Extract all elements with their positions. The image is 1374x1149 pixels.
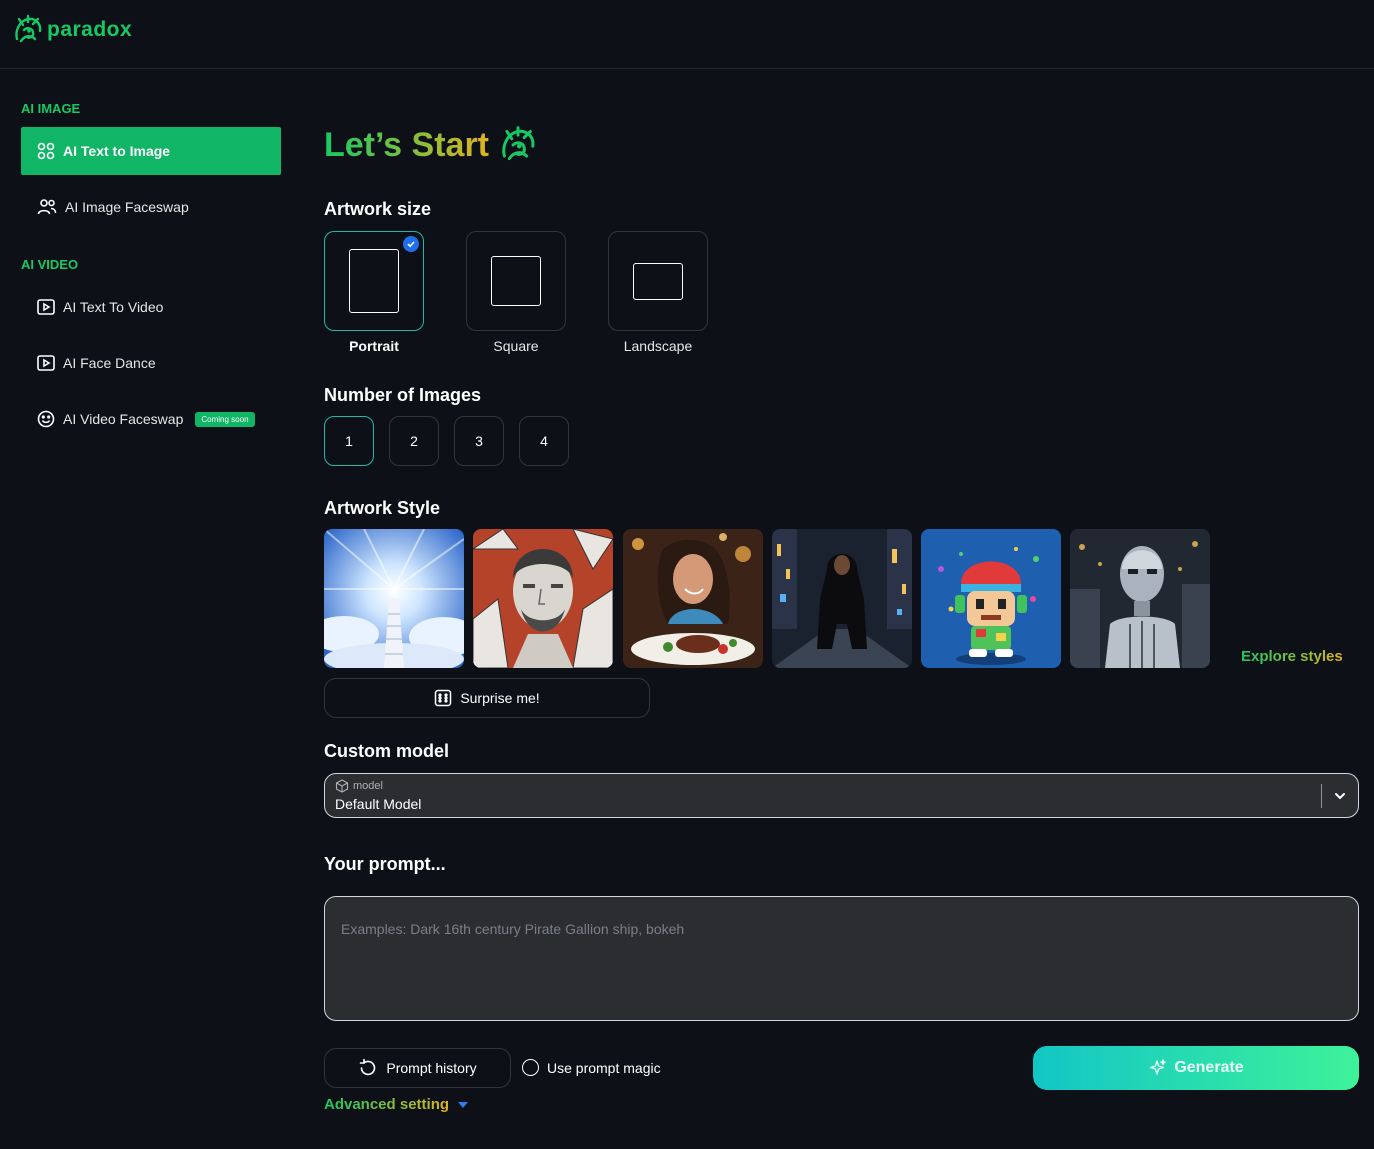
surprise-me-label: Surprise me! <box>460 690 540 706</box>
style-thumb-food[interactable] <box>623 529 763 668</box>
select-divider <box>1321 784 1322 808</box>
prompt-magic-radio[interactable] <box>522 1059 539 1076</box>
advanced-setting-label: Advanced setting <box>324 1096 450 1113</box>
prompt-label: Your prompt... <box>324 854 446 874</box>
sidebar-item-label: AI Text To Video <box>63 299 164 315</box>
sidebar-item-label: AI Video Faceswap <box>63 411 184 427</box>
artwork-style-label: Artwork Style <box>324 498 441 518</box>
sidebar-item-label: AI Face Dance <box>63 355 156 371</box>
sparkle-icon <box>1150 1059 1167 1075</box>
size-option-landscape[interactable] <box>608 231 708 331</box>
generate-button[interactable]: Generate <box>1033 1046 1359 1090</box>
explore-styles-link[interactable]: Explore styles <box>1241 648 1343 665</box>
prompt-input[interactable] <box>324 896 1359 1021</box>
style-thumb-sculpture[interactable] <box>473 529 613 668</box>
artwork-size-label: Artwork size <box>324 199 432 219</box>
sidebar-item-ai-face-dance[interactable]: AI Face Dance <box>21 339 281 387</box>
sidebar-item-label: AI Text to Image <box>63 143 171 159</box>
sidebar-item-ai-text-to-video[interactable]: AI Text To Video <box>21 283 281 331</box>
top-bar: paradox <box>0 0 1374 69</box>
size-option-square[interactable] <box>466 231 566 331</box>
play-icon <box>37 355 55 371</box>
section-title-ai-image: AI IMAGE <box>21 101 81 116</box>
dice-icon <box>435 689 452 707</box>
portrait-shape <box>349 249 399 313</box>
style-thumb-pixel-character[interactable] <box>921 529 1061 668</box>
brand-logo[interactable]: paradox <box>11 13 132 47</box>
number-of-images-label: Number of Images <box>324 385 482 405</box>
size-label-portrait: Portrait <box>349 338 399 354</box>
size-option-portrait[interactable] <box>324 231 424 331</box>
square-shape <box>491 256 541 306</box>
num-images-3[interactable]: 3 <box>454 416 504 466</box>
section-title-ai-video: AI VIDEO <box>21 257 79 272</box>
landscape-shape <box>633 262 683 300</box>
check-icon <box>403 236 419 252</box>
play-icon <box>37 299 55 315</box>
smile-icon <box>37 410 55 428</box>
chevron-down-icon[interactable] <box>1332 788 1348 804</box>
size-label-square: Square <box>493 338 539 354</box>
style-thumb-robot[interactable] <box>1070 529 1210 668</box>
history-icon <box>360 1058 376 1076</box>
page-title: Let’s Start <box>324 125 490 164</box>
num-images-2[interactable]: 2 <box>389 416 439 466</box>
style-thumb-street[interactable] <box>772 529 912 668</box>
users-icon <box>37 199 57 215</box>
dragon-logo-icon <box>502 126 535 161</box>
surprise-me-button[interactable]: Surprise me! <box>324 678 650 718</box>
cube-icon <box>335 779 349 793</box>
num-images-4[interactable]: 4 <box>519 416 569 466</box>
model-field-label: model <box>335 779 383 793</box>
brand-name: paradox <box>47 18 133 41</box>
sidebar-item-ai-image-faceswap[interactable]: AI Image Faceswap <box>21 183 281 231</box>
prompt-history-button[interactable]: Prompt history <box>324 1048 511 1088</box>
sidebar-item-label: AI Image Faceswap <box>65 199 189 215</box>
caret-down-icon <box>458 1101 469 1108</box>
advanced-setting-toggle[interactable]: Advanced setting <box>324 1096 469 1113</box>
prompt-magic-toggle[interactable]: Use prompt magic <box>522 1059 661 1076</box>
prompt-history-label: Prompt history <box>386 1060 477 1076</box>
prompt-magic-label: Use prompt magic <box>547 1059 661 1076</box>
custom-model-label: Custom model <box>324 741 450 761</box>
num-images-1[interactable]: 1 <box>324 416 374 466</box>
model-value: Default Model <box>335 796 422 812</box>
dragon-logo-icon <box>15 14 42 43</box>
generate-label: Generate <box>1174 1059 1244 1076</box>
page-heading: Let’s Start <box>324 124 539 166</box>
coming-soon-badge: Coming soon <box>195 411 255 427</box>
style-thumb-heaven[interactable] <box>324 529 464 668</box>
size-label-landscape: Landscape <box>623 338 693 354</box>
sidebar-item-ai-video-faceswap[interactable]: AI Video Faceswap Coming soon <box>21 395 281 443</box>
grid-icon <box>37 142 55 160</box>
model-select[interactable]: model Default Model <box>324 773 1359 818</box>
sidebar-item-ai-text-to-image[interactable]: AI Text to Image <box>21 127 281 175</box>
